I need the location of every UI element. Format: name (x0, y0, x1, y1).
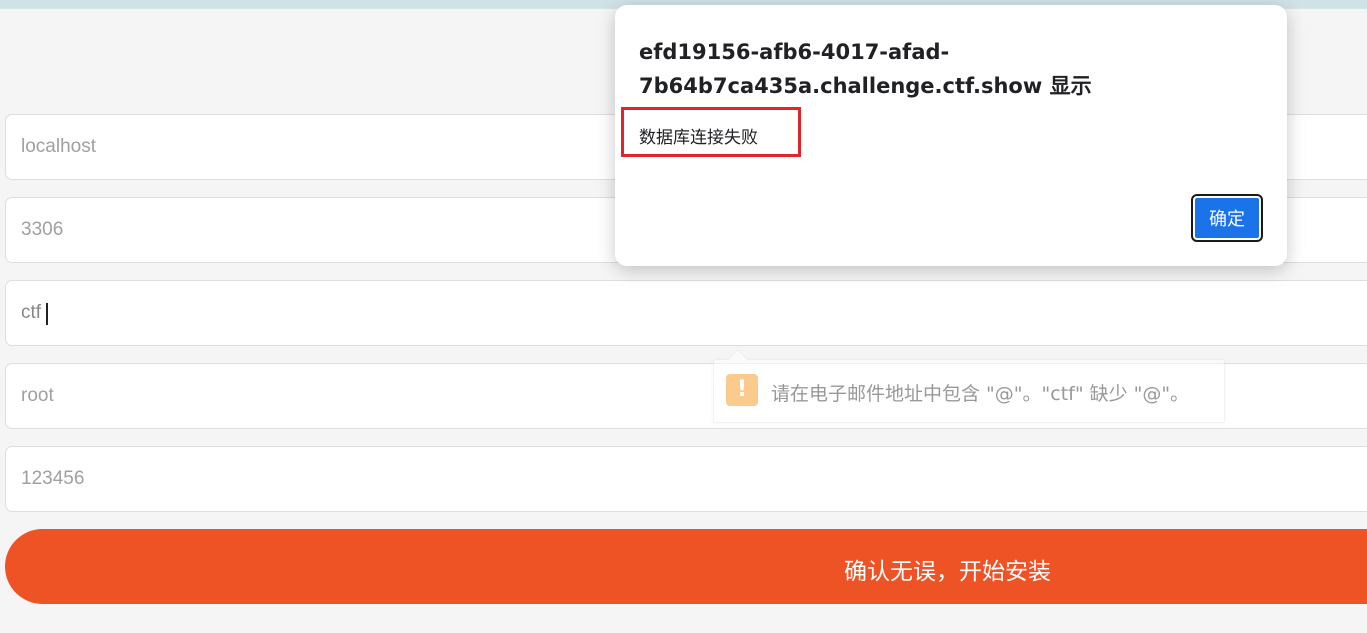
password-field (5, 446, 1367, 512)
password-input[interactable] (6, 447, 1367, 511)
text-caret (46, 303, 48, 325)
ok-button[interactable]: 确定 (1191, 194, 1263, 242)
validation-tooltip: ! 请在电子邮件地址中包含 "@"。"ctf" 缺少 "@"。 (713, 348, 1225, 423)
database-field (5, 280, 1367, 346)
validation-message: 请在电子邮件地址中包含 "@"。"ctf" 缺少 "@"。 (771, 383, 1190, 405)
install-button[interactable]: 确认无误，开始安装 (5, 529, 1367, 604)
alert-dialog: efd19156-afb6-4017-afad-7b64b7ca435a.cha… (615, 5, 1287, 266)
dialog-title: efd19156-afb6-4017-afad-7b64b7ca435a.cha… (639, 40, 1092, 98)
dialog-message: 数据库连接失败 (639, 128, 758, 148)
install-button-label: 确认无误，开始安装 (844, 559, 1051, 585)
warning-icon: ! (726, 374, 758, 406)
database-input[interactable] (6, 281, 1367, 345)
